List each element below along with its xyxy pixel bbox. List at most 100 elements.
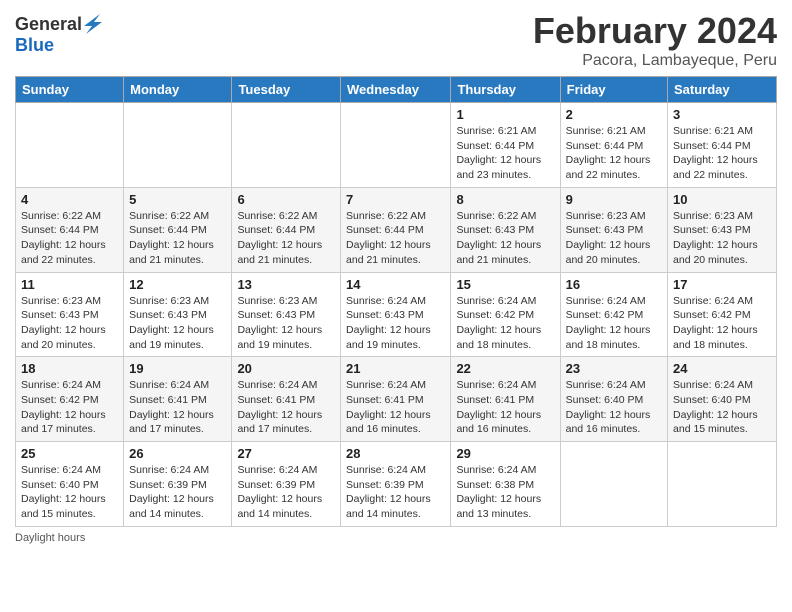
cell-info: Sunrise: 6:21 AM Sunset: 6:44 PM Dayligh… <box>456 124 554 183</box>
col-header-saturday: Saturday <box>668 77 777 103</box>
calendar-cell: 12 Sunrise: 6:23 AM Sunset: 6:43 PM Dayli… <box>124 272 232 357</box>
col-header-friday: Friday <box>560 77 667 103</box>
cell-info: Sunrise: 6:24 AM Sunset: 6:40 PM Dayligh… <box>673 378 771 437</box>
cell-info: Sunrise: 6:24 AM Sunset: 6:41 PM Dayligh… <box>346 378 445 437</box>
day-number: 12 <box>129 277 226 292</box>
footer-note: Daylight hours <box>15 532 777 544</box>
cell-info: Sunrise: 6:24 AM Sunset: 6:41 PM Dayligh… <box>237 378 335 437</box>
day-number: 20 <box>237 361 335 376</box>
calendar-cell: 22Sunrise: 6:24 AM Sunset: 6:41 PM Dayli… <box>451 357 560 442</box>
day-number: 6 <box>237 192 335 207</box>
calendar-cell: 21 Sunrise: 6:24 AM Sunset: 6:41 PM Dayli… <box>341 357 451 442</box>
day-number: 13 <box>237 277 335 292</box>
calendar-cell <box>16 103 124 188</box>
week-row-0: 1 Sunrise: 6:21 AM Sunset: 6:44 PM Daylig… <box>16 103 777 188</box>
calendar-cell: 2 Sunrise: 6:21 AM Sunset: 6:44 PM Daylig… <box>560 103 667 188</box>
calendar-cell: 13 Sunrise: 6:23 AM Sunset: 6:43 PM Dayli… <box>232 272 341 357</box>
day-number: 16 <box>566 277 662 292</box>
col-header-monday: Monday <box>124 77 232 103</box>
col-header-sunday: Sunday <box>16 77 124 103</box>
cell-info: Sunrise: 6:22 AM Sunset: 6:44 PM Dayligh… <box>237 209 335 268</box>
cell-info: Sunrise: 6:23 AM Sunset: 6:43 PM Dayligh… <box>129 294 226 353</box>
cell-info: Sunrise: 6:21 AM Sunset: 6:44 PM Dayligh… <box>673 124 771 183</box>
day-number: 15 <box>456 277 554 292</box>
calendar-cell <box>124 103 232 188</box>
day-number: 27 <box>237 446 335 461</box>
calendar-cell: 8Sunrise: 6:22 AM Sunset: 6:43 PM Daylig… <box>451 187 560 272</box>
cell-info: Sunrise: 6:24 AM Sunset: 6:41 PM Dayligh… <box>129 378 226 437</box>
week-row-3: 18 Sunrise: 6:24 AM Sunset: 6:42 PM Dayli… <box>16 357 777 442</box>
calendar-cell: 5 Sunrise: 6:22 AM Sunset: 6:44 PM Daylig… <box>124 187 232 272</box>
day-number: 14 <box>346 277 445 292</box>
day-number: 29 <box>456 446 554 461</box>
day-number: 4 <box>21 192 118 207</box>
cell-info: Sunrise: 6:23 AM Sunset: 6:43 PM Dayligh… <box>237 294 335 353</box>
calendar-cell: 26Sunrise: 6:24 AM Sunset: 6:39 PM Dayli… <box>124 442 232 527</box>
cell-info: Sunrise: 6:24 AM Sunset: 6:38 PM Dayligh… <box>456 463 554 522</box>
calendar-cell: 11 Sunrise: 6:23 AM Sunset: 6:43 PM Dayli… <box>16 272 124 357</box>
cell-info: Sunrise: 6:24 AM Sunset: 6:42 PM Dayligh… <box>566 294 662 353</box>
cell-info: Sunrise: 6:24 AM Sunset: 6:42 PM Dayligh… <box>456 294 554 353</box>
calendar-cell: 27 Sunrise: 6:24 AM Sunset: 6:39 PM Dayli… <box>232 442 341 527</box>
day-number: 25 <box>21 446 118 461</box>
day-number: 24 <box>673 361 771 376</box>
day-number: 11 <box>21 277 118 292</box>
cell-info: Sunrise: 6:23 AM Sunset: 6:43 PM Dayligh… <box>673 209 771 268</box>
page: General Blue February 2024 Pacora, Lamba… <box>0 0 792 612</box>
header: General Blue February 2024 Pacora, Lamba… <box>15 10 777 70</box>
calendar-cell: 24 Sunrise: 6:24 AM Sunset: 6:40 PM Dayli… <box>668 357 777 442</box>
cell-info: Sunrise: 6:21 AM Sunset: 6:44 PM Dayligh… <box>566 124 662 183</box>
calendar-cell: 18 Sunrise: 6:24 AM Sunset: 6:42 PM Dayli… <box>16 357 124 442</box>
cell-info: Sunrise: 6:22 AM Sunset: 6:44 PM Dayligh… <box>129 209 226 268</box>
calendar-cell: 10 Sunrise: 6:23 AM Sunset: 6:43 PM Dayli… <box>668 187 777 272</box>
day-number: 10 <box>673 192 771 207</box>
day-number: 9 <box>566 192 662 207</box>
logo: General Blue <box>15 14 102 56</box>
calendar-cell: 14 Sunrise: 6:24 AM Sunset: 6:43 PM Dayli… <box>341 272 451 357</box>
cell-info: Sunrise: 6:24 AM Sunset: 6:39 PM Dayligh… <box>129 463 226 522</box>
calendar-cell: 19 Sunrise: 6:24 AM Sunset: 6:41 PM Dayli… <box>124 357 232 442</box>
month-title: February 2024 <box>533 10 777 52</box>
day-number: 1 <box>456 107 554 122</box>
logo-blue-text: Blue <box>15 36 102 56</box>
day-number: 18 <box>21 361 118 376</box>
day-number: 5 <box>129 192 226 207</box>
day-number: 7 <box>346 192 445 207</box>
cell-info: Sunrise: 6:24 AM Sunset: 6:41 PM Dayligh… <box>456 378 554 437</box>
location-title: Pacora, Lambayeque, Peru <box>533 52 777 70</box>
calendar-cell: 3 Sunrise: 6:21 AM Sunset: 6:44 PM Daylig… <box>668 103 777 188</box>
calendar-cell: 20 Sunrise: 6:24 AM Sunset: 6:41 PM Dayli… <box>232 357 341 442</box>
day-number: 23 <box>566 361 662 376</box>
day-number: 17 <box>673 277 771 292</box>
calendar-table: SundayMondayTuesdayWednesdayThursdayFrid… <box>15 76 777 527</box>
calendar-cell: 29 Sunrise: 6:24 AM Sunset: 6:38 PM Dayli… <box>451 442 560 527</box>
calendar-cell <box>232 103 341 188</box>
col-header-tuesday: Tuesday <box>232 77 341 103</box>
cell-info: Sunrise: 6:24 AM Sunset: 6:42 PM Dayligh… <box>673 294 771 353</box>
calendar-cell: 16 Sunrise: 6:24 AM Sunset: 6:42 PM Dayli… <box>560 272 667 357</box>
day-number: 21 <box>346 361 445 376</box>
cell-info: Sunrise: 6:24 AM Sunset: 6:40 PM Dayligh… <box>21 463 118 522</box>
col-header-thursday: Thursday <box>451 77 560 103</box>
cell-info: Sunrise: 6:23 AM Sunset: 6:43 PM Dayligh… <box>21 294 118 353</box>
day-number: 8 <box>456 192 554 207</box>
day-number: 3 <box>673 107 771 122</box>
cell-info: Sunrise: 6:22 AM Sunset: 6:44 PM Dayligh… <box>21 209 118 268</box>
calendar-cell <box>668 442 777 527</box>
cell-info: Sunrise: 6:24 AM Sunset: 6:39 PM Dayligh… <box>237 463 335 522</box>
cell-info: Sunrise: 6:23 AM Sunset: 6:43 PM Dayligh… <box>566 209 662 268</box>
day-number: 2 <box>566 107 662 122</box>
logo-general-text: General <box>15 15 82 35</box>
cell-info: Sunrise: 6:24 AM Sunset: 6:43 PM Dayligh… <box>346 294 445 353</box>
calendar-cell: 28Sunrise: 6:24 AM Sunset: 6:39 PM Dayli… <box>341 442 451 527</box>
header-row: SundayMondayTuesdayWednesdayThursdayFrid… <box>16 77 777 103</box>
day-number: 28 <box>346 446 445 461</box>
calendar-cell: 17 Sunrise: 6:24 AM Sunset: 6:42 PM Dayli… <box>668 272 777 357</box>
calendar-cell: 4 Sunrise: 6:22 AM Sunset: 6:44 PM Daylig… <box>16 187 124 272</box>
calendar-cell <box>560 442 667 527</box>
cell-info: Sunrise: 6:24 AM Sunset: 6:42 PM Dayligh… <box>21 378 118 437</box>
cell-info: Sunrise: 6:24 AM Sunset: 6:40 PM Dayligh… <box>566 378 662 437</box>
logo-bird-icon <box>84 14 102 36</box>
day-number: 19 <box>129 361 226 376</box>
calendar-cell <box>341 103 451 188</box>
